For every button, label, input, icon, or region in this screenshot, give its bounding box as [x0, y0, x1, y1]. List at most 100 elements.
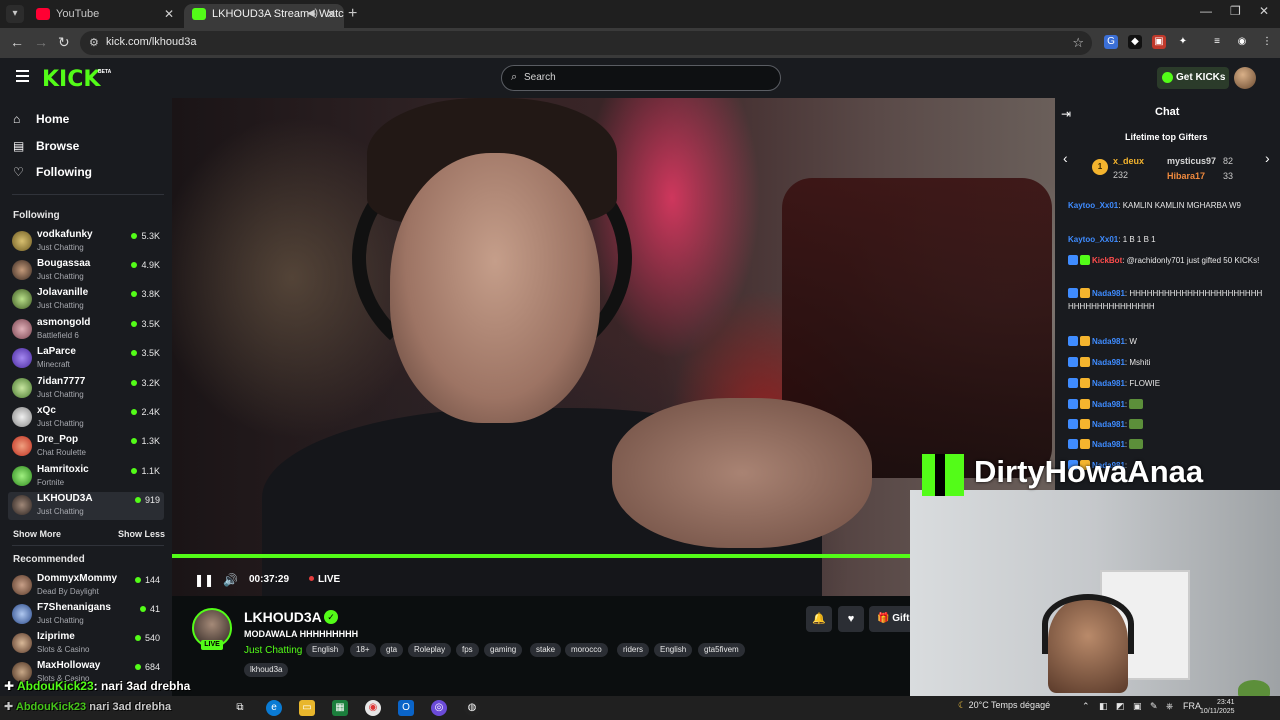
- extension-diamond-icon[interactable]: ◆: [1128, 35, 1142, 49]
- forward-icon[interactable]: →: [34, 34, 48, 50]
- stream-tag[interactable]: 18+: [350, 643, 376, 657]
- sidebar-channel[interactable]: Iziprime Slots & Casino 540: [8, 630, 164, 658]
- url-text[interactable]: kick.com/lkhoud3a: [106, 36, 197, 48]
- gifter-name[interactable]: Hibara17: [1167, 171, 1205, 181]
- edge-icon[interactable]: e: [266, 700, 282, 716]
- tab-youtube[interactable]: YouTube ✕: [28, 4, 182, 28]
- stream-category-link[interactable]: Just Chatting: [244, 645, 302, 656]
- chat-username[interactable]: Nada981: [1092, 337, 1125, 346]
- media-controls-icon[interactable]: ≡: [1210, 35, 1224, 49]
- address-bar[interactable]: ⚙ kick.com/lkhoud3a ☆: [80, 31, 1092, 55]
- volume-icon[interactable]: 🔊: [223, 573, 238, 587]
- gifters-prev-icon[interactable]: ‹: [1063, 150, 1068, 166]
- user-avatar[interactable]: [1234, 67, 1256, 89]
- sidebar-channel[interactable]: 7idan7777 Just Chatting 3.2K: [8, 375, 164, 403]
- menu-icon[interactable]: [16, 70, 29, 82]
- new-tab-button[interactable]: +: [348, 5, 357, 23]
- sidebar-channel[interactable]: Jolavanille Just Chatting 3.8K: [8, 286, 164, 314]
- show-more-button[interactable]: Show More: [13, 529, 61, 539]
- profile-icon[interactable]: ◉: [1235, 35, 1249, 49]
- chat-username[interactable]: Kaytoo_Xx01: [1068, 235, 1118, 244]
- sidebar-channel[interactable]: F7Shenanigans Just Chatting 41: [8, 601, 164, 629]
- translate-extension-icon[interactable]: G: [1104, 35, 1118, 49]
- sidebar-channel[interactable]: Hamritoxic Fortnite 1.1K: [8, 463, 164, 491]
- pause-icon[interactable]: ❚❚: [194, 573, 214, 587]
- sidebar-channel[interactable]: LaParce Minecraft 3.5K: [8, 345, 164, 373]
- chat-username[interactable]: KickBot: [1092, 256, 1122, 265]
- chat-username[interactable]: Nada981: [1092, 379, 1125, 388]
- stream-tag[interactable]: fps: [456, 643, 479, 657]
- gifters-next-icon[interactable]: ›: [1265, 150, 1270, 166]
- extension-red-icon[interactable]: ▣: [1152, 35, 1166, 49]
- tab-close-icon[interactable]: ✕: [164, 4, 174, 24]
- browser-menu-icon[interactable]: ⋮: [1260, 35, 1274, 49]
- language-indicator[interactable]: FRA: [1183, 701, 1201, 711]
- weather-widget[interactable]: ☾ 20°C Temps dégagé: [958, 700, 1050, 711]
- messenger-icon[interactable]: ◎: [431, 700, 447, 716]
- close-window-icon[interactable]: ✕: [1259, 4, 1269, 18]
- kick-logo[interactable]: KICK: [42, 67, 100, 92]
- task-view-icon[interactable]: ⧉: [232, 700, 248, 716]
- tab-close-icon[interactable]: ✕: [326, 4, 336, 24]
- follow-heart-button[interactable]: ♥: [838, 606, 864, 632]
- stream-tag[interactable]: Roleplay: [408, 643, 452, 657]
- stream-tag[interactable]: gta5fivem: [698, 643, 745, 657]
- stream-tag[interactable]: English: [654, 643, 693, 657]
- search-icon: ⌕: [511, 71, 518, 83]
- chrome-icon[interactable]: ◉: [365, 700, 381, 716]
- back-icon[interactable]: ←: [10, 34, 24, 50]
- nav-following[interactable]: ♡ Following: [13, 162, 92, 182]
- nav-browse[interactable]: ▤ Browse: [13, 136, 79, 156]
- chat-username[interactable]: Nada981: [1092, 289, 1125, 298]
- chat-username[interactable]: Nada981: [1092, 358, 1125, 367]
- streamer-name[interactable]: LKHOUD3A: [244, 609, 322, 625]
- nav-home[interactable]: ⌂ Home: [13, 109, 69, 129]
- minimize-icon[interactable]: —: [1200, 4, 1212, 18]
- store-icon[interactable]: ▦: [332, 700, 348, 716]
- tab-kick-stream[interactable]: LKHOUD3A Stream - Watch ◀) ✕: [184, 4, 344, 28]
- chat-username[interactable]: Nada981: [1092, 440, 1125, 449]
- show-less-button[interactable]: Show Less: [118, 529, 165, 539]
- tray-app-icon[interactable]: ✎: [1150, 701, 1158, 712]
- site-info-icon[interactable]: ⚙: [89, 36, 99, 49]
- stream-tag[interactable]: lkhoud3a: [244, 663, 289, 677]
- sidebar-channel[interactable]: xQc Just Chatting 2.4K: [8, 404, 164, 432]
- tab-search-button[interactable]: ▾: [6, 5, 24, 23]
- reload-icon[interactable]: ↻: [58, 34, 70, 51]
- extensions-puzzle-icon[interactable]: ✦: [1176, 35, 1190, 49]
- stream-tag[interactable]: gaming: [484, 643, 523, 657]
- chat-username[interactable]: Kaytoo_Xx01: [1068, 201, 1118, 210]
- tray-app-icon[interactable]: ◧: [1099, 701, 1108, 712]
- outlook-icon[interactable]: O: [398, 700, 414, 716]
- gift-button[interactable]: 🎁 Gift: [869, 606, 914, 632]
- sidebar-channel[interactable]: vodkafunky Just Chatting 5.3K: [8, 228, 164, 256]
- collapse-chat-icon[interactable]: ⇥: [1061, 107, 1071, 121]
- chat-username[interactable]: Nada981: [1092, 400, 1125, 409]
- sidebar-channel-selected[interactable]: LKHOUD3A Just Chatting 919: [8, 492, 164, 520]
- bookmark-star-icon[interactable]: ☆: [1072, 35, 1084, 51]
- tray-chevron-icon[interactable]: ⌃: [1082, 701, 1090, 712]
- tray-app-icon[interactable]: ◩: [1116, 701, 1125, 712]
- stream-tag[interactable]: gta: [380, 643, 404, 657]
- notification-bell-button[interactable]: 🔔: [806, 606, 832, 632]
- sidebar-channel[interactable]: Bougassaa Just Chatting 4.9K: [8, 257, 164, 285]
- restore-icon[interactable]: ❐: [1230, 4, 1241, 18]
- get-kicks-button[interactable]: Get KICKs: [1157, 67, 1229, 89]
- chat-username[interactable]: Nada981: [1092, 420, 1125, 429]
- obs-icon[interactable]: ◍: [464, 700, 480, 716]
- stream-tag[interactable]: morocco: [565, 643, 608, 657]
- sidebar-channel[interactable]: DommyxMommy Dead By Daylight 144: [8, 572, 164, 600]
- tray-app-icon[interactable]: ⎈: [1166, 701, 1173, 712]
- stream-tag[interactable]: stake: [530, 643, 562, 657]
- tray-app-icon[interactable]: ▣: [1133, 701, 1142, 712]
- audio-playing-icon[interactable]: ◀): [307, 4, 318, 24]
- file-explorer-icon[interactable]: ▭: [299, 700, 315, 716]
- sidebar-channel[interactable]: asmongold Battlefield 6 3.5K: [8, 316, 164, 344]
- gifter-name[interactable]: mysticus97: [1167, 156, 1216, 166]
- gifter-name[interactable]: x_deux: [1113, 156, 1144, 166]
- sidebar-channel[interactable]: Dre_Pop Chat Roulette 1.3K: [8, 433, 164, 461]
- search-input[interactable]: ⌕ Search: [501, 65, 781, 91]
- stream-tag[interactable]: riders: [617, 643, 650, 657]
- stream-tag[interactable]: English: [306, 643, 345, 657]
- system-clock[interactable]: 23:41 10/11/2025: [1200, 698, 1235, 716]
